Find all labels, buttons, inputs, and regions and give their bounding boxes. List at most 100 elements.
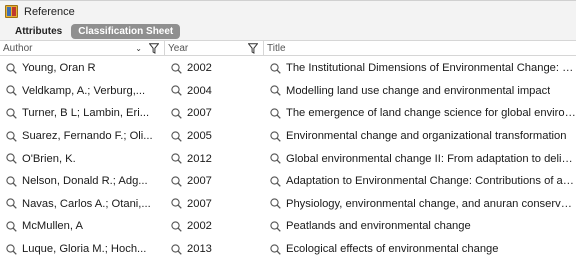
title-text: The Institutional Dimensions of Environm…	[286, 62, 576, 75]
search-icon	[6, 85, 17, 97]
title-text: Adaptation to Environmental Change: Cont…	[286, 175, 576, 188]
author-cell[interactable]: Navas, Carlos A.; Otani,...	[0, 193, 166, 216]
year-cell[interactable]: 2013	[166, 238, 265, 261]
title-cell[interactable]: Ecological effects of environmental chan…	[265, 238, 576, 261]
search-icon	[6, 63, 17, 74]
search-icon	[171, 243, 182, 255]
search-icon	[270, 108, 281, 119]
app-book-icon	[5, 5, 18, 18]
search-icon	[270, 243, 281, 255]
search-icon	[6, 243, 17, 255]
author-cell[interactable]: Luque, Gloria M.; Hoch...	[0, 238, 166, 261]
title-cell[interactable]: Peatlands and environmental change	[265, 215, 576, 238]
author-cell[interactable]: McMullen, A	[0, 215, 166, 238]
search-icon	[171, 176, 182, 187]
year-text: 2007	[187, 107, 212, 120]
column-header-year[interactable]: Year	[165, 41, 264, 55]
table-row[interactable]: Nelson, Donald R.; Adg... 2007 Adaptatio…	[0, 170, 576, 193]
table-row[interactable]: Suarez, Fernando F.; Oli... 2005 Environ…	[0, 125, 576, 148]
table-row[interactable]: Young, Oran R 2002 The Institutional Dim…	[0, 57, 576, 80]
year-text: 2012	[187, 152, 212, 165]
table-row[interactable]: Luque, Gloria M.; Hoch... 2013 Ecologica…	[0, 238, 576, 261]
title-text: Modelling land use change and environmen…	[286, 84, 551, 97]
filter-icon[interactable]	[248, 43, 258, 54]
search-icon	[171, 198, 182, 210]
column-header-year-label: Year	[168, 42, 189, 54]
title-text: Physiology, environmental change, and an…	[286, 197, 576, 210]
title-cell[interactable]: Adaptation to Environmental Change: Cont…	[265, 170, 576, 193]
title-text: The emergence of land change science for…	[286, 107, 576, 120]
author-text: Veldkamp, A.; Verburg,...	[22, 84, 146, 97]
year-text: 2007	[187, 175, 212, 188]
year-cell[interactable]: 2007	[166, 170, 265, 193]
title-cell[interactable]: The Institutional Dimensions of Environm…	[265, 57, 576, 80]
search-icon	[270, 221, 281, 232]
author-text: Suarez, Fernando F.; Oli...	[22, 130, 153, 143]
search-icon	[171, 130, 182, 142]
search-icon	[171, 85, 182, 97]
tab-bar: Attributes Classification Sheet	[0, 22, 576, 40]
search-icon	[270, 153, 281, 164]
title-text: Global environmental change II: From ada…	[286, 152, 576, 165]
year-text: 2007	[187, 197, 212, 210]
year-cell[interactable]: 2005	[166, 125, 265, 148]
filter-icon[interactable]	[149, 43, 159, 54]
year-cell[interactable]: 2004	[166, 80, 265, 103]
author-cell[interactable]: Nelson, Donald R.; Adg...	[0, 170, 166, 193]
tab-attributes[interactable]: Attributes	[8, 24, 69, 39]
table-row[interactable]: Turner, B L; Lambin, Eri... 2007 The eme…	[0, 102, 576, 125]
search-icon	[270, 63, 281, 74]
author-cell[interactable]: Veldkamp, A.; Verburg,...	[0, 80, 166, 103]
table-row[interactable]: Veldkamp, A.; Verburg,... 2004 Modelling…	[0, 80, 576, 103]
year-text: 2002	[187, 220, 212, 233]
search-icon	[270, 198, 281, 210]
title-cell[interactable]: Modelling land use change and environmen…	[265, 80, 576, 103]
year-cell[interactable]: 2007	[166, 193, 265, 216]
window-titlebar: Reference	[0, 0, 576, 22]
chevron-down-icon[interactable]: ⌄	[135, 44, 142, 53]
search-icon	[270, 176, 281, 187]
title-text: Environmental change and organizational …	[286, 130, 567, 143]
title-cell[interactable]: Global environmental change II: From ada…	[265, 147, 576, 170]
author-text: Young, Oran R	[22, 62, 96, 75]
author-text: O'Brien, K.	[22, 152, 76, 165]
search-icon	[6, 221, 17, 232]
author-cell[interactable]: Turner, B L; Lambin, Eri...	[0, 102, 166, 125]
year-text: 2013	[187, 243, 212, 256]
search-icon	[6, 153, 17, 164]
title-cell[interactable]: Physiology, environmental change, and an…	[265, 193, 576, 216]
author-cell[interactable]: Suarez, Fernando F.; Oli...	[0, 125, 166, 148]
year-text: 2004	[187, 84, 212, 97]
title-cell[interactable]: The emergence of land change science for…	[265, 102, 576, 125]
author-text: McMullen, A	[22, 220, 83, 233]
table-row[interactable]: O'Brien, K. 2012 Global environmental ch…	[0, 147, 576, 170]
year-cell[interactable]: 2002	[166, 215, 265, 238]
tab-classification-sheet[interactable]: Classification Sheet	[71, 23, 181, 39]
table-body: Young, Oran R 2002 The Institutional Dim…	[0, 57, 576, 260]
author-text: Navas, Carlos A.; Otani,...	[22, 197, 151, 210]
search-icon	[270, 85, 281, 97]
search-icon	[171, 108, 182, 119]
author-cell[interactable]: O'Brien, K.	[0, 147, 166, 170]
author-text: Luque, Gloria M.; Hoch...	[22, 243, 147, 256]
title-text: Peatlands and environmental change	[286, 220, 471, 233]
table-row[interactable]: McMullen, A 2002 Peatlands and environme…	[0, 215, 576, 238]
author-text: Turner, B L; Lambin, Eri...	[22, 107, 150, 120]
year-text: 2005	[187, 130, 212, 143]
year-cell[interactable]: 2012	[166, 147, 265, 170]
year-cell[interactable]: 2007	[166, 102, 265, 125]
column-header-author-label: Author	[3, 42, 33, 54]
author-text: Nelson, Donald R.; Adg...	[22, 175, 148, 188]
title-text: Ecological effects of environmental chan…	[286, 243, 499, 256]
author-cell[interactable]: Young, Oran R	[0, 57, 166, 80]
title-cell[interactable]: Environmental change and organizational …	[265, 125, 576, 148]
column-header-title[interactable]: Title	[264, 41, 576, 55]
table-row[interactable]: Navas, Carlos A.; Otani,... 2007 Physiol…	[0, 193, 576, 216]
search-icon	[171, 221, 182, 232]
year-cell[interactable]: 2002	[166, 57, 265, 80]
column-header-title-label: Title	[267, 42, 286, 54]
search-icon	[171, 63, 182, 74]
search-icon	[171, 153, 182, 164]
column-header-author[interactable]: Author ⌄	[0, 41, 165, 55]
search-icon	[270, 130, 281, 142]
